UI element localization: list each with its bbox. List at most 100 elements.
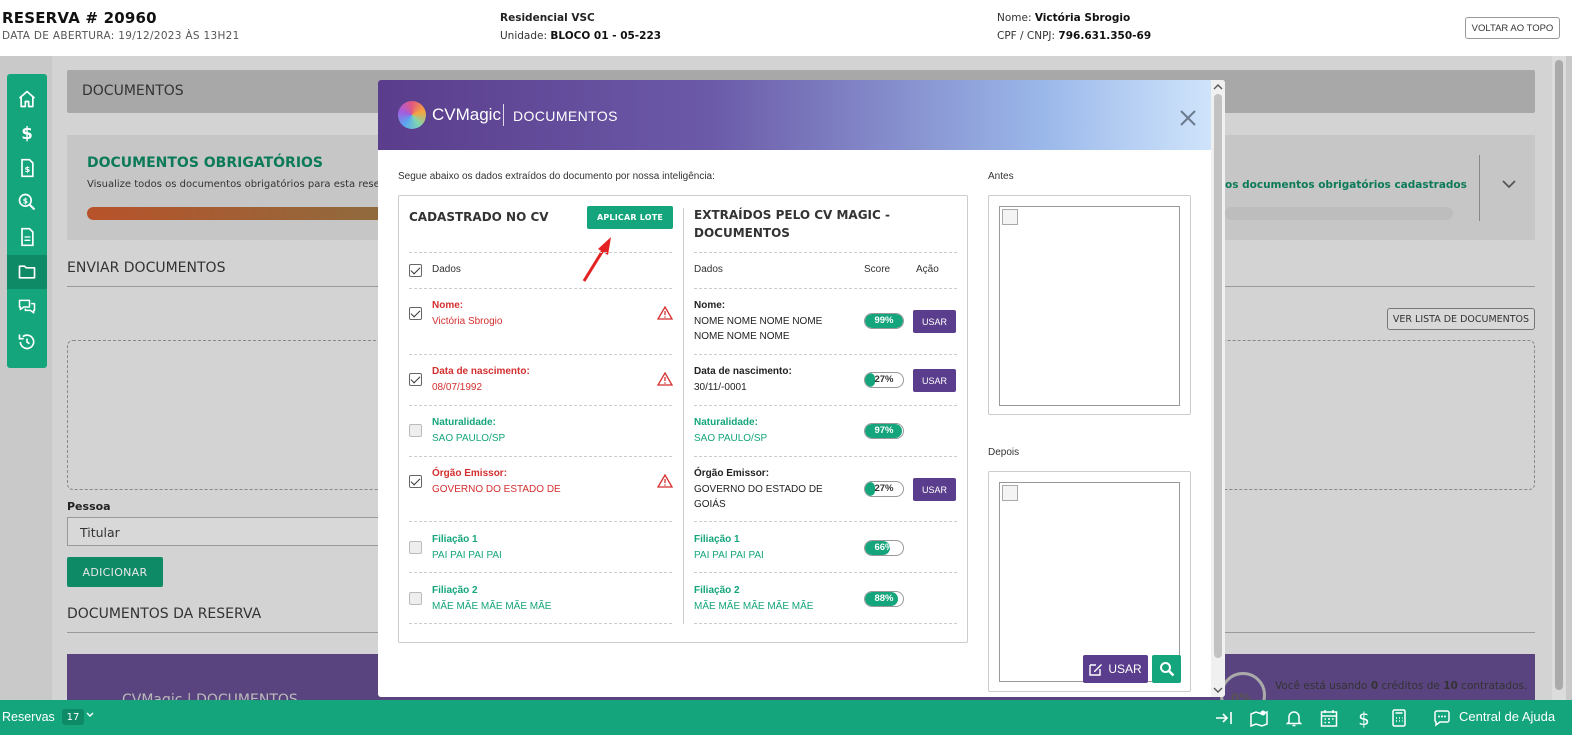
after-image-panel: USAR (988, 471, 1191, 692)
field-checkbox-issuer[interactable] (409, 475, 422, 488)
before-image (999, 206, 1180, 406)
use-extracted-button[interactable]: USAR (913, 478, 956, 501)
sidebar-item-document[interactable] (7, 220, 47, 254)
credit-middle: créditos de (1378, 680, 1444, 692)
field-value: SAO PAULO/SP (432, 433, 506, 444)
field-checkbox-parent1[interactable] (409, 541, 422, 554)
folder-icon (18, 265, 36, 279)
chevron-down-icon[interactable] (86, 712, 94, 718)
sidebar-item-folder[interactable] (7, 255, 47, 289)
after-label: Depois (988, 447, 1020, 458)
sidebar-nav: $ $ $ (7, 74, 47, 368)
use-extracted-button[interactable]: USAR (913, 310, 956, 333)
extracted-field-label: Órgão Emissor: (694, 468, 770, 479)
dollar-icon[interactable]: $ (1354, 708, 1374, 728)
row-divider (409, 623, 672, 624)
score-percent: 27% (874, 483, 894, 494)
sidebar-item-history[interactable] (7, 325, 47, 359)
required-documents-link[interactable]: os documentos obrigatórios cadastrados (1225, 179, 1467, 191)
edit-icon (1089, 664, 1103, 676)
confidence-score: 88% (864, 591, 904, 607)
use-image-button[interactable]: USAR (1083, 655, 1148, 683)
sidebar-item-search-document[interactable]: $ (7, 185, 47, 219)
row-divider (409, 288, 672, 289)
score-percent: 97% (874, 425, 894, 436)
calculator-icon[interactable] (1389, 708, 1409, 728)
field-value: GOVERNO DO ESTADO DE (432, 484, 561, 495)
chevron-up-icon[interactable] (1213, 83, 1223, 91)
search-doc-icon: $ (18, 193, 36, 211)
modal-scrollbar[interactable] (1211, 80, 1225, 697)
sign-in-icon[interactable] (1214, 708, 1234, 728)
score-percent: 99% (874, 315, 894, 326)
row-divider (409, 354, 672, 355)
unit-info: Unidade: BLOCO 01 - 05-223 (500, 30, 661, 42)
before-label: Antes (988, 171, 1014, 182)
chat-bubble-icon[interactable] (1432, 708, 1452, 728)
field-checkbox-birthplace[interactable] (409, 424, 422, 437)
extracted-column-title-line1: EXTRAÍDOS PELO CV MAGIC - (694, 208, 890, 222)
extracted-field-value: PAI PAI PAI PAI (694, 550, 764, 561)
invoice-icon: $ (21, 158, 34, 178)
reservations-tab[interactable]: Reservas (2, 710, 55, 724)
view-documents-list-button[interactable]: VER LISTA DE DOCUMENTOS (1387, 308, 1535, 330)
arrow-annotation-icon (582, 237, 611, 282)
panel-divider (1479, 155, 1480, 221)
document-icon (21, 227, 34, 247)
help-center-link[interactable]: Central de Ajuda (1459, 709, 1555, 724)
credit-usage-text: Você está usando 0 créditos de 10 contra… (1275, 680, 1527, 692)
sidebar-item-invoice[interactable]: $ (7, 151, 47, 185)
person-label: Pessoa (67, 500, 111, 513)
field-checkbox-parent2[interactable] (409, 592, 422, 605)
extracted-field-value: 30/11/-0001 (694, 382, 747, 393)
extracted-field-label: Filiação 2 (694, 585, 740, 596)
modal-title: DOCUMENTOS (513, 108, 618, 124)
column-divider (683, 208, 684, 624)
person-select[interactable]: Titular (67, 517, 387, 546)
field-label: Filiação 1 (432, 534, 478, 545)
field-value: 08/07/1992 (432, 382, 483, 393)
bell-icon[interactable] (1284, 708, 1304, 728)
page-scrollbar[interactable] (1552, 56, 1566, 700)
map-location-icon[interactable] (1249, 708, 1269, 728)
extracted-column-title-line2: DOCUMENTOS (694, 226, 790, 240)
client-doc-label: CPF / CNPJ: (997, 30, 1056, 42)
confidence-score: 66% (864, 540, 904, 556)
field-checkbox-name[interactable] (409, 307, 422, 320)
calendar-icon[interactable] (1319, 708, 1339, 728)
select-all-checkbox[interactable] (409, 264, 422, 277)
header-separator (503, 104, 504, 126)
client-document: CPF / CNPJ: 796.631.350-69 (997, 30, 1151, 42)
unit-label: Unidade: (500, 30, 548, 42)
field-checkbox-birthdate[interactable] (409, 373, 422, 386)
extracted-field-label: Filiação 1 (694, 534, 740, 545)
chevron-down-icon[interactable] (1213, 686, 1223, 694)
modal-scrollbar-thumb[interactable] (1214, 94, 1222, 658)
broken-image-icon (1002, 209, 1018, 225)
row-divider (694, 354, 957, 355)
zoom-image-button[interactable] (1152, 655, 1181, 683)
back-to-top-button[interactable]: VOLTAR AO TOPO (1465, 17, 1560, 39)
extracted-field-value: MÃE MÃE MÃE MÃE MÃE (694, 601, 814, 612)
close-icon[interactable] (1178, 108, 1198, 128)
use-extracted-button[interactable]: USAR (913, 369, 956, 392)
data-column-label: Dados (432, 264, 461, 275)
row-divider (409, 456, 672, 457)
sidebar-item-home[interactable] (7, 82, 47, 116)
field-value: Victória Sbrogio (432, 316, 503, 327)
credit-total: 10 (1443, 680, 1458, 692)
registered-column-title: CADASTRADO NO CV (409, 210, 549, 224)
documents-section-title: DOCUMENTOS (82, 83, 184, 99)
apply-batch-button[interactable]: APLICAR LOTE (587, 206, 673, 229)
field-label: Órgão Emissor: (432, 468, 508, 479)
confidence-score: 27% (864, 372, 904, 388)
modal-intro-text: Segue abaixo os dados extraídos do docum… (398, 171, 715, 182)
page-scrollbar-thumb[interactable] (1555, 60, 1563, 690)
sidebar-item-chat[interactable] (7, 290, 47, 324)
sidebar-item-financial[interactable]: $ (7, 116, 47, 150)
add-button[interactable]: ADICIONAR (67, 557, 163, 587)
svg-text:$: $ (23, 197, 28, 206)
dollar-icon: $ (21, 124, 33, 143)
row-divider (409, 252, 672, 253)
chevron-down-icon[interactable] (1501, 179, 1517, 189)
